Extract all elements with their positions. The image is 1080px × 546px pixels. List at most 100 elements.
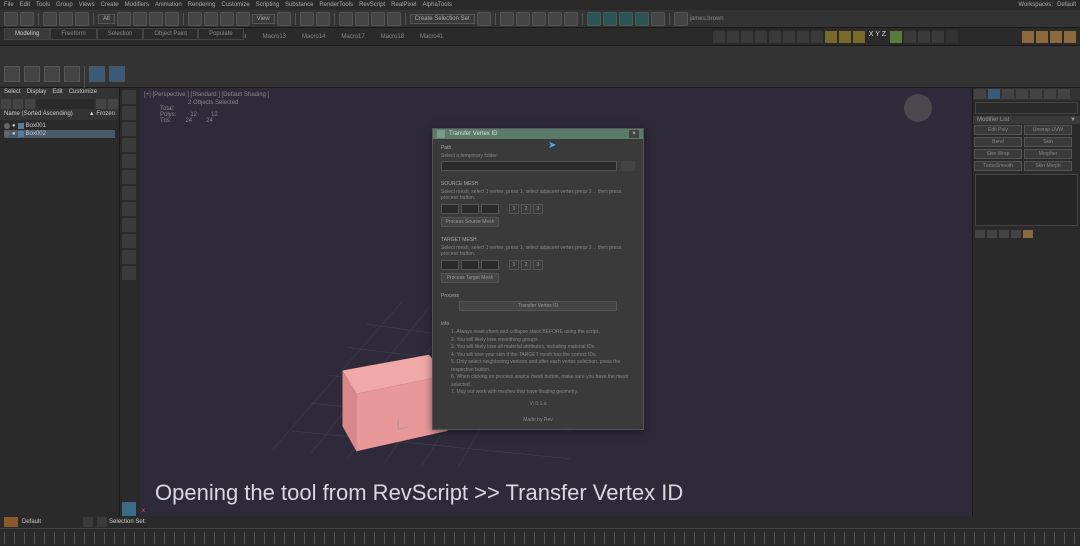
ribbon-tab-populate[interactable]: Populate [198,28,244,40]
constraint-y-icon[interactable] [839,31,851,43]
constraint-x-icon[interactable] [825,31,837,43]
mod-unwrap[interactable]: Unwrap UVW [1024,125,1072,135]
menu-edit[interactable]: Edit [20,2,30,8]
ribbon-tab-objectpaint[interactable]: Object Paint [143,28,198,40]
scene-item[interactable]: ● Box001 [4,122,115,130]
modifier-list-label[interactable]: Modifier List [977,117,1009,123]
window-crossing-icon[interactable] [165,12,179,26]
menu-file[interactable]: File [4,2,14,8]
selection-filter[interactable]: All [98,14,115,24]
menu-modifiers[interactable]: Modifiers [125,2,149,8]
ribbon-icon[interactable] [64,66,80,82]
visibility-icon[interactable] [4,131,10,137]
extra-tab-icon[interactable] [1058,89,1070,99]
tool2-icon[interactable] [713,31,725,43]
left-tool-icon[interactable] [122,266,136,280]
source-vertex-3[interactable] [481,204,499,214]
unlink-icon[interactable] [59,12,73,26]
user-icon[interactable] [674,12,688,26]
viewport-label[interactable]: [+] [Perspective ] [Standard ] [Default … [144,92,269,98]
scene-menu-edit[interactable]: Edit [52,89,62,97]
scene-item[interactable]: ● Box002 [4,130,115,138]
tool2-icon[interactable] [755,31,767,43]
transfer-button[interactable]: Transfer Vertex ID [459,301,617,311]
source-btn-3[interactable]: 3 [533,204,543,214]
left-tool-icon[interactable] [122,250,136,264]
scene-tool-icon[interactable] [13,99,23,109]
select-icon[interactable] [117,12,131,26]
rotate-icon[interactable] [204,12,218,26]
dialog-titlebar[interactable]: Transfer Vertex ID × [433,129,643,139]
scene-menu-customize[interactable]: Customize [69,89,97,97]
source-btn-1[interactable]: 1 [509,204,519,214]
mod-skinmorph[interactable]: Skin Morph [1024,161,1072,171]
material-editor-icon[interactable] [587,12,601,26]
folder-icon[interactable] [1050,31,1062,43]
timeline[interactable] [0,528,1080,546]
scene-menu-select[interactable]: Select [4,89,21,97]
menu-scripting[interactable]: Scripting [256,2,279,8]
left-tool-icon[interactable] [122,138,136,152]
source-btn-2[interactable]: 2 [521,204,531,214]
ribbon-tab-modeling[interactable]: Modeling [4,28,50,40]
ribbon-icon[interactable] [109,66,125,82]
folder-icon[interactable] [1064,31,1076,43]
target-vertex-2[interactable] [461,260,479,270]
constraint-z-icon[interactable] [853,31,865,43]
snap-icon[interactable] [339,12,353,26]
modify-tab-icon[interactable] [988,89,1000,99]
redo-icon[interactable] [20,12,34,26]
tab-macro5[interactable]: Macro41 [414,32,449,42]
placement-icon[interactable] [236,12,250,26]
spinner-snap-icon[interactable] [387,12,401,26]
status-icon[interactable] [97,517,107,527]
source-vertex-2[interactable] [461,204,479,214]
scene-tool-icon[interactable] [96,99,106,109]
target-btn-2[interactable]: 2 [521,260,531,270]
render-cloud-icon[interactable] [651,12,665,26]
stack-tool-icon[interactable] [1011,230,1021,238]
source-vertex-1[interactable] [441,204,459,214]
folder-icon[interactable] [1036,31,1048,43]
menu-revscript[interactable]: RevScript [359,2,385,8]
browse-button[interactable] [621,161,635,171]
schematic-icon[interactable] [564,12,578,26]
tool2-icon[interactable] [811,31,823,43]
hierarchy-tab-icon[interactable] [1002,89,1014,99]
process-target-button[interactable]: Process Target Mesh [441,273,499,283]
status-icon[interactable] [83,517,93,527]
align-icon[interactable] [500,12,514,26]
path-input[interactable] [441,161,617,171]
left-tool-icon[interactable] [122,122,136,136]
object-name-input[interactable] [976,103,1077,113]
tool2-icon[interactable] [727,31,739,43]
left-tool-icon[interactable] [122,186,136,200]
curve-editor-icon[interactable] [548,12,562,26]
target-vertex-3[interactable] [481,260,499,270]
ribbon-icon[interactable] [44,66,60,82]
tab-macro1[interactable]: Macro13 [257,32,292,42]
timeline-ticks[interactable] [4,532,1076,544]
select-name-icon[interactable] [133,12,147,26]
ribbon-tab-freeform[interactable]: Freeform [50,28,96,40]
ribbon-tab-selection[interactable]: Selection [97,28,144,40]
tool2-icon[interactable] [904,31,916,43]
toggle-ribbon-icon[interactable] [532,12,546,26]
close-button[interactable]: × [629,130,639,138]
bind-icon[interactable] [75,12,89,26]
xy-icon[interactable] [890,31,902,43]
left-tool-icon[interactable] [122,202,136,216]
ref-coord-dropdown[interactable]: View [252,14,275,24]
angle-snap-icon[interactable] [355,12,369,26]
manipulate-icon[interactable] [300,12,314,26]
mod-skin[interactable]: Skin [1024,137,1072,147]
visibility-icon[interactable] [4,123,10,129]
mod-morpher[interactable]: Morpher [1024,149,1072,159]
menu-rendertools[interactable]: RenderTools [319,2,353,8]
viewcube[interactable] [904,94,932,122]
render-icon[interactable] [635,12,649,26]
named-selection-dropdown[interactable]: Create Selection Set [410,14,475,24]
left-tool-icon[interactable] [122,154,136,168]
tab-macro3[interactable]: Macro17 [335,32,370,42]
menu-animation[interactable]: Animation [155,2,182,8]
